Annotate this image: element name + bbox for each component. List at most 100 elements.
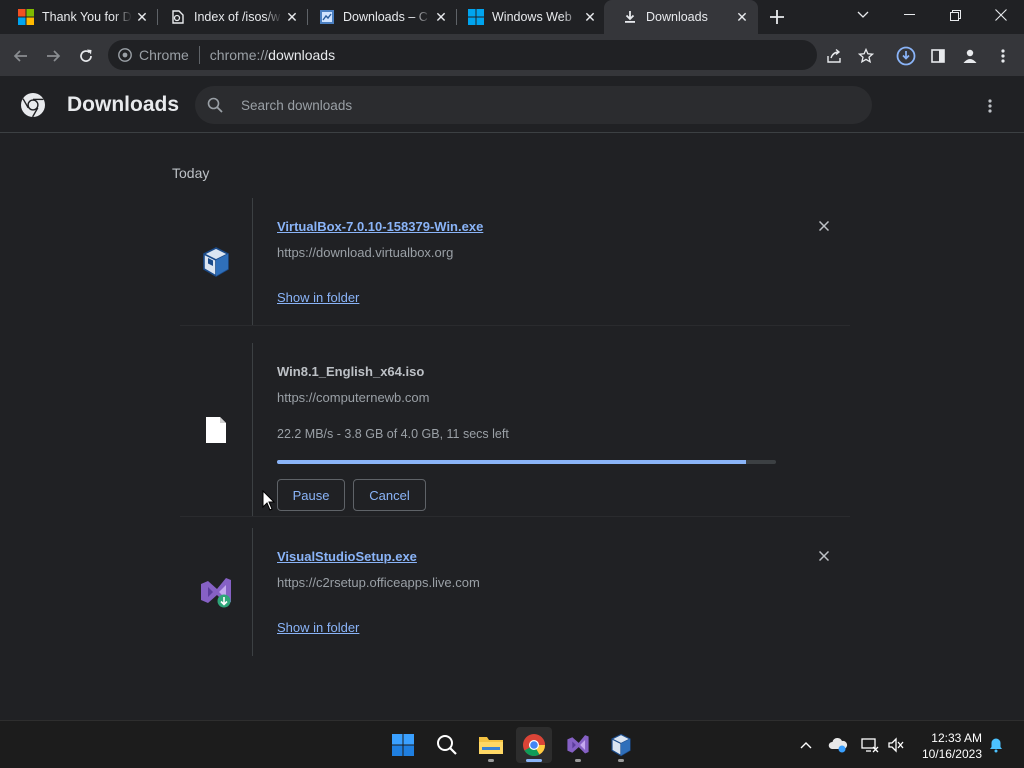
running-indicator <box>618 759 624 762</box>
remove-button[interactable] <box>814 216 834 236</box>
site-chip[interactable]: Chrome <box>108 47 189 63</box>
onedrive-tray-button[interactable] <box>828 735 848 755</box>
reload-icon <box>80 49 92 62</box>
file-icon <box>206 417 226 443</box>
tab-title: Index of /isos/w <box>194 10 281 24</box>
share-button[interactable] <box>821 43 847 69</box>
virtualbox-icon <box>203 247 229 277</box>
tab-strip: Thank You for D ✕ Index of /isos/w ✕ Dow… <box>0 0 1024 34</box>
search-icon <box>437 735 457 755</box>
close-window-button[interactable] <box>978 0 1024 30</box>
download-status: 22.2 MB/s - 3.8 GB of 4.0 GB, 11 secs le… <box>277 427 509 441</box>
source-url: https://download.virtualbox.org <box>277 245 454 260</box>
taskbar-search-button[interactable] <box>429 727 465 763</box>
search-box[interactable] <box>195 86 872 124</box>
windows-icon <box>468 9 484 25</box>
downloads-page: Downloads Today VirtualBox-7.0.10-158379… <box>0 78 1024 720</box>
address-bar[interactable]: Chrome chrome://downloads <box>108 40 817 70</box>
url-scheme: chrome:// <box>209 47 269 63</box>
network-tray-button[interactable] <box>860 735 880 755</box>
profile-button[interactable] <box>957 43 983 69</box>
download-progress-bar <box>277 460 776 464</box>
visual-studio-installer-icon <box>201 578 231 608</box>
file-name-link[interactable]: VisualStudioSetup.exe <box>277 549 417 564</box>
running-indicator <box>575 759 581 762</box>
tab-downloads-c[interactable]: Downloads – C ✕ <box>301 0 457 34</box>
folder-icon <box>479 737 503 754</box>
chrome-menu-button[interactable] <box>990 43 1016 69</box>
arrow-right-icon <box>47 50 61 62</box>
remove-button[interactable] <box>814 546 834 566</box>
close-icon <box>819 551 829 561</box>
new-tab-button[interactable] <box>765 6 789 28</box>
clock-time: 12:33 AM <box>931 731 982 745</box>
file-explorer-button[interactable] <box>473 727 509 763</box>
tab-downloads[interactable]: Downloads ✕ <box>604 0 758 34</box>
side-panel-button[interactable] <box>925 43 951 69</box>
download-icon-column <box>180 198 253 326</box>
system-clock[interactable]: 12:33 AM 10/16/2023 <box>912 730 982 762</box>
page-title: Downloads <box>67 93 180 116</box>
tab-title: Windows Web <box>492 10 572 24</box>
tab-title: Downloads <box>646 10 708 24</box>
index-site-icon <box>170 9 186 25</box>
close-icon[interactable]: ✕ <box>580 7 600 27</box>
search-input[interactable] <box>239 96 839 114</box>
chevron-up-icon <box>800 742 812 749</box>
reload-button[interactable] <box>73 43 99 69</box>
restore-button[interactable] <box>932 0 978 30</box>
show-hidden-icons-button[interactable] <box>796 735 816 755</box>
show-in-folder-link[interactable]: Show in folder <box>277 290 359 305</box>
more-vert-icon <box>988 99 992 113</box>
page-icon <box>319 9 335 25</box>
virtualbox-icon <box>611 733 631 757</box>
chrome-icon <box>523 734 545 756</box>
tab-index-of-isos[interactable]: Index of /isos/w ✕ <box>152 0 308 34</box>
close-icon[interactable]: ✕ <box>132 7 152 27</box>
notifications-button[interactable] <box>986 735 1006 755</box>
mouse-cursor-icon <box>262 490 276 511</box>
download-icon <box>622 9 638 25</box>
item-divider <box>180 325 850 326</box>
visual-studio-installer-taskbar-button[interactable] <box>560 727 596 763</box>
person-icon <box>963 49 977 63</box>
chrome-logo-icon <box>21 93 45 118</box>
source-url: https://computernewb.com <box>277 390 430 405</box>
clock-date: 10/16/2023 <box>921 747 982 761</box>
omnibox-divider <box>198 46 200 64</box>
forward-button[interactable] <box>40 43 66 69</box>
tab-thank-you[interactable]: Thank You for D ✕ <box>0 0 158 34</box>
download-icon-column <box>180 528 253 656</box>
download-item-in-progress: Win8.1_English_x64.iso https://computern… <box>180 343 850 517</box>
downloads-button[interactable] <box>893 43 919 69</box>
running-indicator <box>488 759 494 762</box>
download-progress-fill <box>277 460 747 464</box>
show-in-folder-link[interactable]: Show in folder <box>277 620 359 635</box>
more-vert-icon <box>1001 49 1005 63</box>
chrome-taskbar-button[interactable] <box>516 727 552 763</box>
tab-search-button[interactable] <box>840 0 886 30</box>
pause-button[interactable]: Pause <box>277 479 345 511</box>
close-icon[interactable]: ✕ <box>431 7 451 27</box>
download-details: VisualStudioSetup.exe https://c2rsetup.o… <box>277 528 850 656</box>
close-icon[interactable]: ✕ <box>282 7 302 27</box>
bookmark-button[interactable] <box>853 43 879 69</box>
download-item: VirtualBox-7.0.10-158379-Win.exe https:/… <box>180 198 850 326</box>
cancel-button[interactable]: Cancel <box>353 479 426 511</box>
file-name-link[interactable]: VirtualBox-7.0.10-158379-Win.exe <box>277 219 483 234</box>
downloads-menu-button[interactable] <box>978 95 1002 117</box>
side-panel-icon <box>931 49 945 63</box>
minimize-button[interactable] <box>886 0 932 30</box>
volume-tray-button[interactable] <box>886 735 906 755</box>
back-button[interactable] <box>8 43 34 69</box>
close-icon[interactable]: ✕ <box>732 7 752 27</box>
windows-taskbar: 12:33 AM 10/16/2023 <box>0 720 1024 768</box>
tab-windows-web[interactable]: Windows Web ✕ <box>450 0 606 34</box>
speaker-muted-icon <box>888 737 904 753</box>
date-group-label: Today <box>172 165 210 181</box>
url-host: downloads <box>268 47 336 63</box>
start-button[interactable] <box>385 727 421 763</box>
running-indicator <box>526 759 542 762</box>
virtualbox-taskbar-button[interactable] <box>603 727 639 763</box>
restore-icon <box>949 9 961 21</box>
